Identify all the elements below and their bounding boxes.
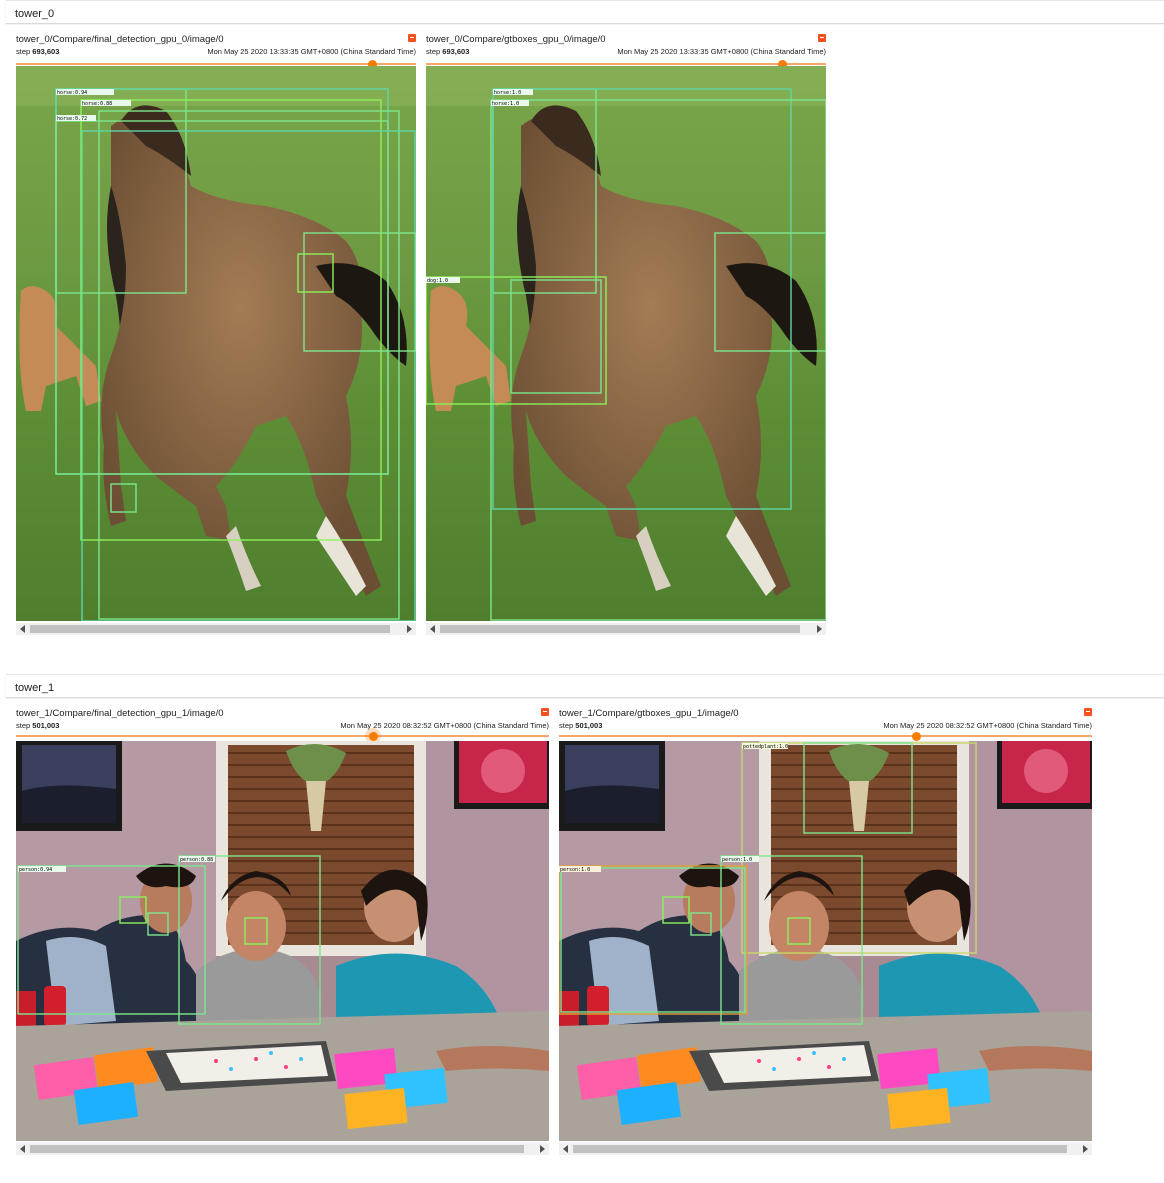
horizontal-scrollbar[interactable] (426, 623, 826, 635)
step-label: step 501,003 (16, 721, 60, 730)
expand-icon[interactable] (408, 34, 416, 42)
section-header-tower-0[interactable]: tower_0 (6, 0, 1164, 24)
section-body-tower-1: tower_1/Compare/final_detection_gpu_1/im… (6, 699, 1164, 1183)
gtboxes-image: horse:1.0 horse:1.0 dog:1.0 (426, 66, 826, 621)
box-label: dog:1.0 (427, 278, 448, 284)
step-slider[interactable] (426, 59, 826, 69)
step-label: step 501,003 (559, 721, 603, 730)
card-title: tower_1/Compare/gtboxes_gpu_1/image/0 (559, 708, 739, 719)
step-slider[interactable] (559, 731, 1092, 741)
box-label: horse:1.0 (494, 90, 521, 96)
scroll-right-icon[interactable] (1083, 1145, 1088, 1153)
card-title: tower_0/Compare/final_detection_gpu_0/im… (16, 34, 224, 45)
box-label: person:0.94 (19, 867, 52, 873)
scroll-right-icon[interactable] (540, 1145, 545, 1153)
step-value: 693,603 (442, 47, 470, 56)
detection-image: horse:0.94 horse:0.88 horse:0.72 (16, 66, 416, 621)
gtboxes-image: pottedplant:1.0 person:1.0 person:1.0 (559, 741, 1092, 1141)
image-card-gtboxes-gpu-1: tower_1/Compare/gtboxes_gpu_1/image/0 st… (559, 708, 1092, 1168)
box-label: person:1.0 (560, 867, 590, 873)
scroll-left-icon[interactable] (20, 1145, 25, 1153)
scroll-left-icon[interactable] (20, 625, 25, 633)
box-label: horse:0.94 (57, 90, 87, 96)
box-label: horse:1.0 (492, 101, 519, 107)
section-body-tower-0: tower_0/Compare/final_detection_gpu_0/im… (6, 25, 1164, 673)
step-label: step 693,603 (426, 47, 470, 56)
box-label: horse:0.88 (82, 101, 112, 107)
slider-thumb[interactable] (368, 731, 378, 741)
box-label: horse:0.72 (57, 116, 87, 122)
box-label: pottedplant:1.0 (743, 744, 788, 750)
slider-thumb[interactable] (911, 731, 921, 741)
wall-time: Mon May 25 2020 13:33:35 GMT+0800 (China… (617, 47, 826, 56)
image-card-gtboxes-gpu-0: tower_0/Compare/gtboxes_gpu_0/image/0 st… (426, 34, 826, 635)
image-card-final-detection-gpu-1: tower_1/Compare/final_detection_gpu_1/im… (16, 708, 549, 1168)
card-title: tower_0/Compare/gtboxes_gpu_0/image/0 (426, 34, 606, 45)
image-card-final-detection-gpu-0: tower_0/Compare/final_detection_gpu_0/im… (16, 34, 416, 635)
horizontal-scrollbar[interactable] (16, 623, 416, 635)
step-value: 501,003 (32, 721, 60, 730)
scroll-left-icon[interactable] (430, 625, 435, 633)
expand-icon[interactable] (541, 708, 549, 716)
detection-image: person:0.94 person:0.88 (16, 741, 549, 1141)
step-slider[interactable] (16, 59, 416, 69)
step-value: 501,003 (575, 721, 603, 730)
scroll-right-icon[interactable] (407, 625, 412, 633)
step-slider[interactable] (16, 728, 549, 744)
section-title: tower_1 (15, 682, 55, 694)
wall-time: Mon May 25 2020 13:33:35 GMT+0800 (China… (207, 47, 416, 56)
wall-time: Mon May 25 2020 08:32:52 GMT+0800 (China… (883, 721, 1092, 730)
expand-icon[interactable] (1084, 708, 1092, 716)
scrollbar-thumb[interactable] (440, 625, 800, 633)
box-label: person:1.0 (722, 857, 752, 863)
scroll-right-icon[interactable] (817, 625, 822, 633)
section-header-tower-1[interactable]: tower_1 (6, 674, 1164, 698)
scrollbar-thumb[interactable] (573, 1145, 1067, 1153)
scroll-left-icon[interactable] (563, 1145, 568, 1153)
step-label: step 693,603 (16, 47, 60, 56)
step-value: 693,603 (32, 47, 60, 56)
box-label: person:0.88 (180, 857, 213, 863)
horizontal-scrollbar[interactable] (559, 1143, 1092, 1155)
section-title: tower_0 (15, 8, 55, 20)
card-title: tower_1/Compare/final_detection_gpu_1/im… (16, 708, 224, 719)
scrollbar-thumb[interactable] (30, 625, 390, 633)
expand-icon[interactable] (818, 34, 826, 42)
scrollbar-thumb[interactable] (30, 1145, 524, 1153)
horizontal-scrollbar[interactable] (16, 1143, 549, 1155)
